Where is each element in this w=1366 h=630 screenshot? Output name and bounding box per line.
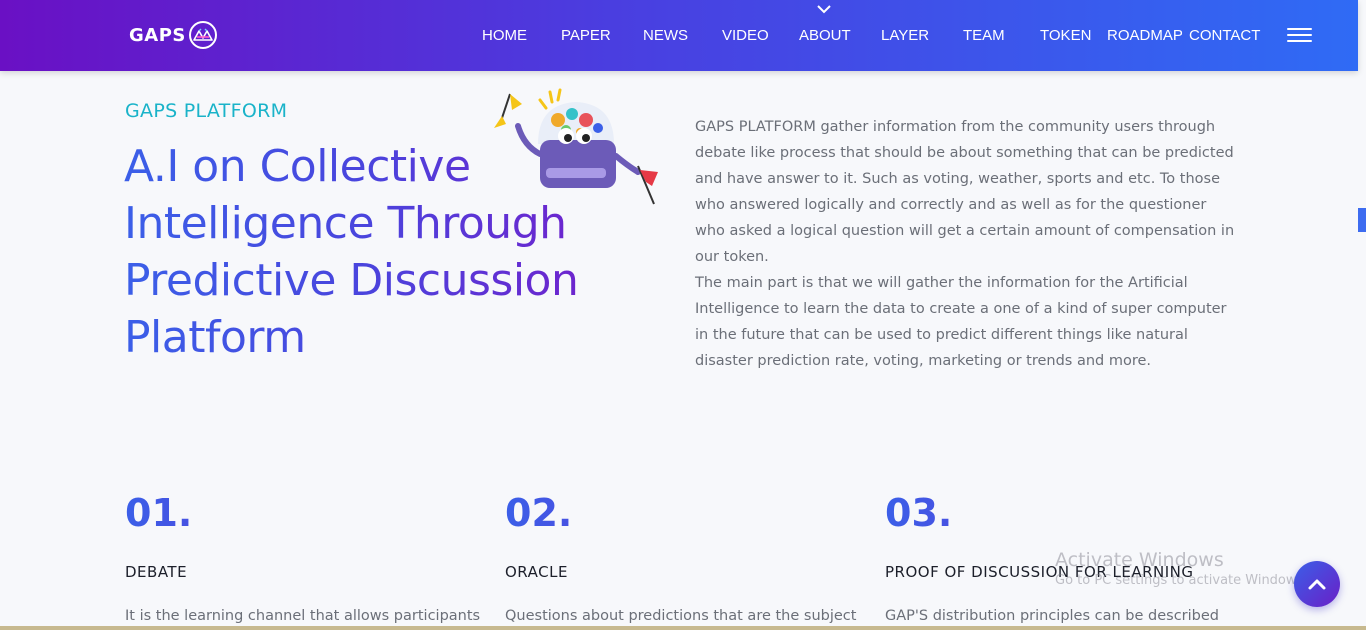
- feature-card-oracle: 02. ORACLE Questions about predictions t…: [505, 490, 865, 624]
- logo-emblem-icon: [188, 21, 217, 49]
- chevron-down-icon[interactable]: [816, 4, 832, 14]
- robot-mascot-illustration: [494, 88, 658, 205]
- description-paragraph-2: The main part is that we will gather the…: [695, 275, 1227, 369]
- taskbar-edge: [0, 626, 1366, 630]
- feature-number: 03.: [885, 490, 1245, 536]
- feature-title: PROOF OF DISCUSSION FOR LEARNING: [885, 563, 1194, 581]
- nav-paper[interactable]: PAPER: [561, 27, 611, 44]
- feature-card-debate: 01. DEBATE It is the learning channel th…: [125, 490, 485, 624]
- logo-text: GAPS: [129, 24, 186, 46]
- feature-title: DEBATE: [125, 563, 188, 581]
- nav-roadmap[interactable]: ROADMAP: [1107, 27, 1183, 44]
- nav-news[interactable]: NEWS: [643, 27, 688, 44]
- feature-text: It is the learning channel that allows p…: [125, 608, 481, 624]
- scrollbar-thumb[interactable]: [1358, 208, 1366, 232]
- hamburger-icon[interactable]: [1287, 28, 1312, 44]
- feature-number: 01.: [125, 490, 485, 536]
- section-eyebrow: GAPS PLATFORM: [125, 100, 288, 122]
- feature-text: GAP'S distribution principles can be des…: [885, 608, 1220, 624]
- nav-contact[interactable]: CONTACT: [1189, 27, 1260, 44]
- nav-layer[interactable]: LAYER: [881, 27, 929, 44]
- feature-number: 02.: [505, 490, 865, 536]
- brand-logo[interactable]: GAPS: [129, 20, 218, 50]
- chevron-up-icon: [1308, 579, 1326, 590]
- top-navbar: GAPS HOME PAPER NEWS VIDEO ABOUT LAYER T…: [0, 0, 1358, 71]
- feature-card-proof-of-discussion: 03. PROOF OF DISCUSSION FOR LEARNING GAP…: [885, 490, 1245, 624]
- back-to-top-button[interactable]: [1294, 561, 1340, 607]
- nav-video[interactable]: VIDEO: [722, 27, 769, 44]
- nav-home[interactable]: HOME: [482, 27, 527, 44]
- description-paragraph-1: GAPS PLATFORM gather information from th…: [695, 119, 1235, 265]
- nav-about[interactable]: ABOUT: [799, 27, 851, 44]
- nav-token[interactable]: TOKEN: [1040, 27, 1091, 44]
- feature-title: ORACLE: [505, 563, 568, 581]
- feature-text: Questions about predictions that are the…: [505, 608, 857, 624]
- nav-team[interactable]: TEAM: [963, 27, 1005, 44]
